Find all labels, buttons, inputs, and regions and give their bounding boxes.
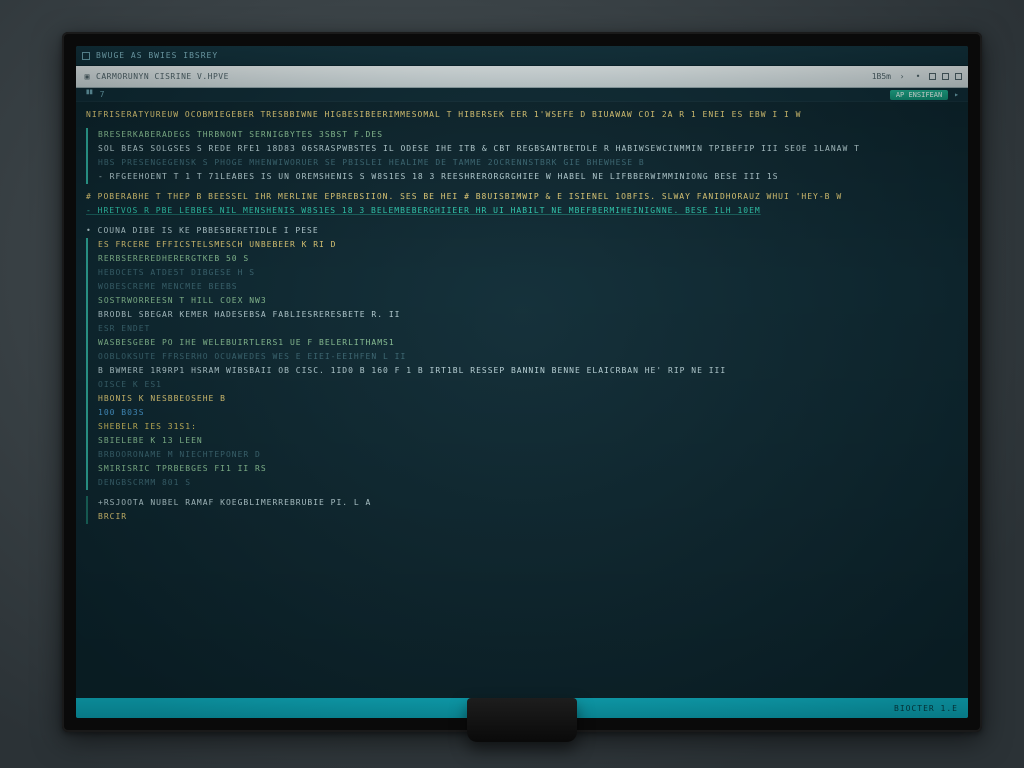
window-control-min-icon[interactable] [929, 73, 936, 80]
output-line: BRESERKABERADEGS THRBNONT SERNIGBYTES 3S… [98, 128, 958, 142]
output-line: SBIELEBE K 13 LEEN [98, 434, 958, 448]
output-line: BRBOORONAME M NIECHTEPONER D [98, 448, 958, 462]
output-line: - HRETVOS R PBE LEBBES NIL MENSHENIS W8S… [86, 204, 958, 218]
output-line: WASBESGEBE PO IHE WELEBUIRTLERS1 UE F BE… [98, 336, 958, 350]
prompt-number: 7 [100, 90, 106, 99]
status-right: BIOCTER 1.E [894, 704, 958, 713]
output-line: BRCIR [98, 510, 958, 524]
terminal-output[interactable]: NIFRISERATYUREUW OCOBMIEGEBER TRESBBIWNE… [76, 102, 968, 698]
output-line: B BWMERE 1R9RP1 HSRAM WIBSBAII OB CISC. … [98, 364, 958, 378]
window-title-bar[interactable]: BWUGE AS BWIES IBSREY [76, 46, 968, 66]
output-line: - RFGEEHOENT T 1 T 71LEABES IS UN OREMSH… [98, 170, 958, 184]
output-line: HBS PRESENGEGENSK S PHOGE MHENWIWORUER S… [98, 156, 958, 170]
toolbar: ▣ CARMORUNYN CISRINE V.HPVE 1B5m › • [76, 66, 968, 88]
monitor-frame: BWUGE AS BWIES IBSREY ▣ CARMORUNYN CISRI… [62, 32, 982, 732]
folder-icon: ▣ [82, 72, 92, 82]
header-line: NIFRISERATYUREUW OCOBMIEGEBER TRESBBIWNE… [86, 108, 958, 122]
monitor-stand [467, 698, 577, 742]
block-c-header: • COUNA DIBE IS KE PBBESBERETIDLE I PESE [86, 224, 958, 238]
chevron-down-icon[interactable]: ▸ [954, 90, 960, 99]
output-line: OOBLOKSUTE FFRSERHO OCUAWEDES WES E EIEI… [98, 350, 958, 364]
output-line: ES FRCERE EFFICSTELSMESCH UNBEBEER K RI … [98, 238, 958, 252]
output-line: BRODBL SBEGAR KEMER HADESEBSA FABLIESRER… [98, 308, 958, 322]
output-line: OISCE K ES1 [98, 378, 958, 392]
toolbar-right-label: 1B5m [872, 72, 891, 81]
window-control-max-icon[interactable] [942, 73, 949, 80]
block-b: # POBERABHE T THEP B BEESSEL IHR MERLINE… [86, 190, 958, 218]
footer-block: +RSJOOTA NUBEL RAMAF KOEGBLIMERREBRUBIE … [86, 496, 958, 524]
output-line: HBONIS K NESBBEOSEHE B [98, 392, 958, 406]
bullet-icon[interactable]: • [913, 72, 923, 82]
window-title: BWUGE AS BWIES IBSREY [96, 51, 218, 60]
output-line: WOBESCREME MENCMEE BEEBS [98, 280, 958, 294]
output-line: SOL BEAS SOLGSES S REDE RFE1 18D83 06SRA… [98, 142, 958, 156]
output-line: RERBSEREREDHERERGTKEB 50 S [98, 252, 958, 266]
screen: BWUGE AS BWIES IBSREY ▣ CARMORUNYN CISRI… [76, 46, 968, 718]
output-line: ESR ENDET [98, 322, 958, 336]
prompt-symbol: ▝▘ [84, 90, 96, 99]
output-line: SMIRISRIC TPRBEBGES FI1 II RS [98, 462, 958, 476]
output-line: 100 B03S [98, 406, 958, 420]
output-line: DENGBSCRMM 801 S [98, 476, 958, 490]
window-icon [82, 52, 90, 60]
block-a: BRESERKABERADEGS THRBNONT SERNIGBYTES 3S… [86, 128, 958, 184]
output-line: # POBERABHE T THEP B BEESSEL IHR MERLINE… [86, 190, 958, 204]
window-control-close-icon[interactable] [955, 73, 962, 80]
block-c: ES FRCERE EFFICSTELSMESCH UNBEBEER K RI … [86, 238, 958, 490]
status-badge[interactable]: AP ENSIFEAN [890, 90, 948, 100]
prompt-row: ▝▘ 7 AP ENSIFEAN ▸ [76, 88, 968, 102]
output-line: +RSJOOTA NUBEL RAMAF KOEGBLIMERREBRUBIE … [98, 496, 958, 510]
chevron-right-icon[interactable]: › [897, 72, 907, 82]
address-text: CARMORUNYN CISRINE V.HPVE [96, 72, 229, 81]
output-line: HEBOCETS ATDE5T DIBGESE H S [98, 266, 958, 280]
output-line: SOSTRWORREESN T HILL COEX NW3 [98, 294, 958, 308]
output-line: SHEBELR IES 31S1: [98, 420, 958, 434]
